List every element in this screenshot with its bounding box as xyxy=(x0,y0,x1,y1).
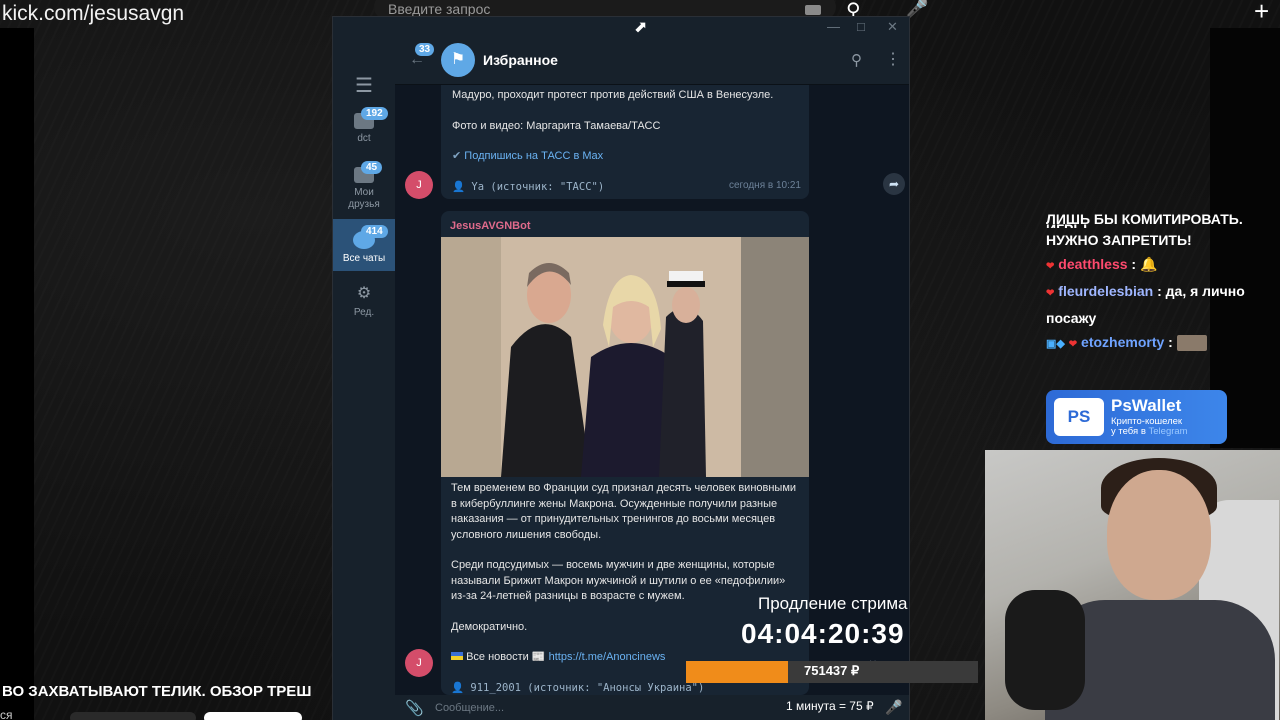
message-bubble[interactable]: Мадуро, проходит протест против действий… xyxy=(441,85,809,199)
ad-subtitle-line: у тебя в Telegram xyxy=(1111,427,1188,437)
folder-label: dct xyxy=(357,133,371,144)
source-text: 911_2001 (источник: "Анонсы Украина") xyxy=(470,681,705,694)
donation-rate: 1 минута = 75 ₽ xyxy=(786,699,874,713)
webcam-feed xyxy=(985,450,1280,720)
webcam-person xyxy=(1107,470,1211,600)
news-label: Все новости xyxy=(466,651,529,663)
forward-icon[interactable]: ➦ xyxy=(883,173,905,195)
unread-badge: 414 xyxy=(361,225,388,238)
message-photo[interactable] xyxy=(441,237,809,477)
subathon-timer: 04:04:20:39 xyxy=(741,618,905,649)
maximize-icon[interactable]: □ xyxy=(857,19,865,34)
unread-badge: 45 xyxy=(361,161,383,174)
folder-sidebar: ☰ 192 dct 45 Мои друзья 414 Все чаты ⚙ Р… xyxy=(333,37,395,720)
chat-username[interactable]: etozhemorty xyxy=(1081,334,1164,350)
keyboard-icon[interactable] xyxy=(805,5,821,15)
chat-username[interactable]: deatthless xyxy=(1058,256,1127,272)
subathon-label: Продление стрима xyxy=(758,594,908,613)
ukraine-flag-icon xyxy=(451,652,463,660)
folder-friends[interactable]: 45 Мои друзья xyxy=(333,161,395,211)
heart-badge-icon: ❤ xyxy=(1068,339,1078,350)
ad-title: PsWallet xyxy=(1111,396,1182,415)
heart-badge-icon: ❤ xyxy=(1046,288,1055,299)
url-text[interactable]: kick.com/jesusavgn xyxy=(0,0,184,28)
ad-subtitle-highlight: Telegram xyxy=(1148,426,1188,437)
pswallet-logo: PS xyxy=(1054,398,1104,436)
unread-badge: 33 xyxy=(415,43,435,56)
message-paragraph: Среди подсудимых — восемь мужчин и две ж… xyxy=(451,559,786,602)
bell-emote-icon: 🔔 xyxy=(1139,256,1158,272)
chat-message: НУЖНО ЗАПРЕТИТЬ! xyxy=(1046,232,1192,248)
photo-image xyxy=(441,237,809,477)
message-line: Фото и видео: Маргарита Тамаева/ТАСС xyxy=(452,119,661,132)
ad-subtitle-prefix: у тебя в xyxy=(1111,426,1146,437)
search-icon[interactable]: ⚲ xyxy=(851,51,862,69)
minimize-icon[interactable]: — xyxy=(827,19,840,34)
top-search-placeholder[interactable]: Введите запрос xyxy=(388,1,490,17)
bottom-left-text: ся xyxy=(0,708,13,720)
folder-label: Мои друзья xyxy=(348,187,380,210)
avatar[interactable]: J xyxy=(405,171,433,199)
chat-text: : xyxy=(1168,334,1173,350)
sliders-icon: ⚙ xyxy=(356,285,372,302)
message-link[interactable]: Подпишись на ТАСС в Max xyxy=(464,150,603,162)
pswallet-banner[interactable]: PS PsWallet Крипто-кошелек у тебя в Tele… xyxy=(1046,390,1227,444)
unread-badge: 192 xyxy=(361,107,388,120)
mouse-cursor: ⬈ xyxy=(634,19,648,36)
webcam-microphone xyxy=(1005,590,1085,710)
folder-dct[interactable]: 192 dct xyxy=(333,107,395,145)
folder-label: Все чаты xyxy=(342,253,386,264)
message-input[interactable] xyxy=(435,699,735,717)
bookmark-icon[interactable]: ⚑ xyxy=(441,43,475,77)
message-link[interactable]: https://t.me/Anoncinews xyxy=(549,651,666,663)
sender-name[interactable]: JesusAVGNBot xyxy=(450,219,530,235)
menu-icon[interactable]: ☰ xyxy=(355,73,373,98)
chat-message: ❤ fleurdelesbian : да, я лично посажу xyxy=(1046,279,1280,330)
emote-image xyxy=(1176,335,1207,352)
paperclip-icon[interactable]: 📎 xyxy=(405,699,424,717)
stream-chat: ЛИШЬ БЫ КОМИТИРОВАТЬ. ИГРЫ НУЖНО ЗАПРЕТИ… xyxy=(1046,214,1280,357)
chat-text: : xyxy=(1131,256,1137,272)
close-icon[interactable]: ✕ xyxy=(887,19,898,35)
chat-message: ▣◆ ❤ etozhemorty : xyxy=(1046,330,1280,357)
plus-icon[interactable]: + xyxy=(1254,0,1269,27)
folder-label: Ред. xyxy=(353,307,375,318)
chat-message: ❤ deatthless : 🔔 xyxy=(1046,252,1280,279)
badge-icon: ▣◆ xyxy=(1046,338,1065,350)
user-icon: 👤 xyxy=(451,681,465,694)
heart-badge-icon: ❤ xyxy=(1046,261,1055,272)
microphone-icon[interactable]: 🎤 xyxy=(885,699,902,716)
message-paragraph: Тем временем во Франции суд признал деся… xyxy=(451,482,797,541)
check-icon: ✔ xyxy=(452,150,462,162)
bottom-button[interactable] xyxy=(204,712,302,720)
source-text: Ya (источник: "ТАСС") xyxy=(471,180,605,193)
donation-amount: 751437 ₽ xyxy=(804,663,860,678)
donation-progress-fill xyxy=(686,661,789,683)
window-titlebar[interactable]: — □ ✕ xyxy=(333,17,909,37)
chat-message: ЛИШЬ БЫ КОМИТИРОВАТЬ. ИГРЫ xyxy=(1046,214,1243,228)
message-time: сегодня в 10:21 xyxy=(729,179,801,191)
chat-title[interactable]: Избранное xyxy=(483,52,558,68)
left-panel xyxy=(0,28,34,720)
telegram-window: — □ ✕ ☰ 192 dct 45 Мои друзья 414 Все ча… xyxy=(332,16,910,720)
ad-subtitle: Крипто-кошелек у тебя в Telegram xyxy=(1111,417,1188,437)
user-icon: 👤 xyxy=(452,180,466,193)
chat-username[interactable]: fleurdelesbian xyxy=(1058,283,1153,299)
more-vertical-icon[interactable]: ⋮ xyxy=(885,49,901,69)
bottom-button[interactable] xyxy=(70,712,196,720)
message-line: Мадуро, проходит протест против действий… xyxy=(452,89,774,101)
avatar[interactable]: J xyxy=(405,649,433,677)
chat-header: ← 33 ⚑ Избранное ⚲ ⋮ xyxy=(395,37,909,85)
folder-edit[interactable]: ⚙ Ред. xyxy=(333,283,395,319)
folder-all-chats[interactable]: 414 Все чаты xyxy=(333,219,395,271)
message-link-row: ✔ Подпишись на ТАСС в Max xyxy=(452,149,802,165)
newspaper-icon: 📰 xyxy=(531,651,546,663)
stream-title: ВО ЗАХВАТЫВАЮТ ТЕЛИК. ОБЗОР ТРЕШ xyxy=(2,683,312,700)
